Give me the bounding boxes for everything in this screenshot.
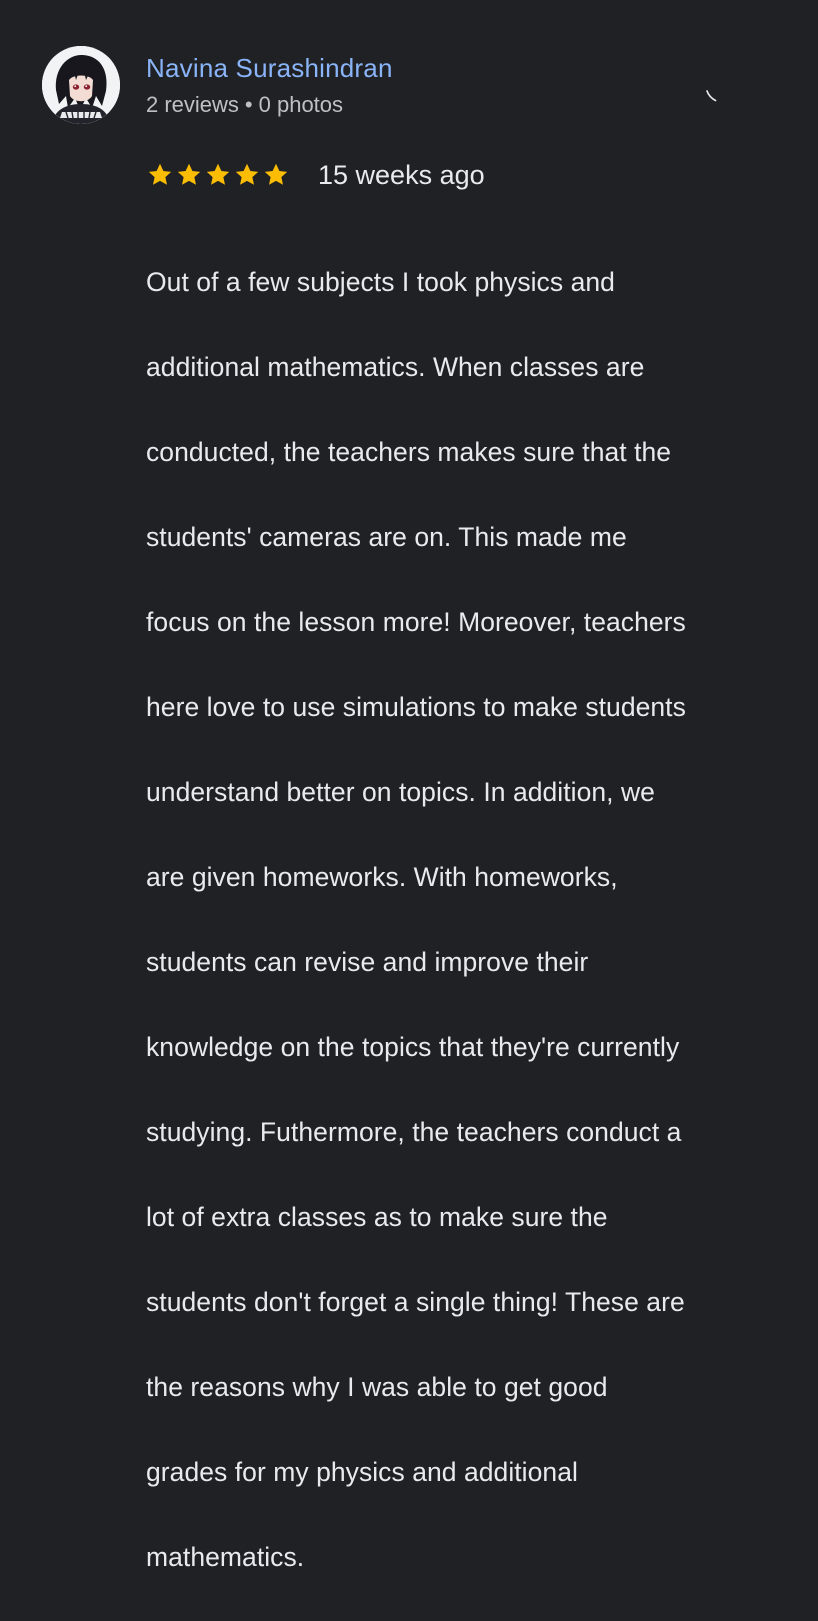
review-text-line: conducted, the teachers makes sure that … xyxy=(146,436,672,467)
more-options-icon[interactable] xyxy=(700,86,724,110)
review-time: 15 weeks ago xyxy=(318,160,485,190)
star-icon xyxy=(264,163,288,185)
review-text-line: knowledge on the topics that they're cur… xyxy=(146,1031,680,1062)
star-icon xyxy=(206,163,230,185)
review-text-line: students don't forget a single thing! Th… xyxy=(146,1286,685,1317)
review-text-line: focus on the lesson more! Moreover, teac… xyxy=(146,606,686,637)
review-text-line: students' cameras are on. This made me xyxy=(146,521,627,552)
review-text-line: understand better on topics. In addition… xyxy=(146,776,655,807)
review-text-line: here love to use simulations to make stu… xyxy=(146,691,686,722)
review-text-line: are given homeworks. With homeworks, xyxy=(146,861,618,892)
review-text-line: mathematics. xyxy=(146,1541,305,1572)
reviews-count: 2 reviews xyxy=(146,92,239,117)
review-text-line: Out of a few subjects I took physics and xyxy=(146,266,615,297)
star-icon xyxy=(148,163,172,185)
meta-separator: • xyxy=(244,92,253,117)
review-text-line: students can revise and improve their xyxy=(146,946,589,977)
review-text-line: the reasons why I was able to get good xyxy=(146,1371,608,1402)
star-icon xyxy=(177,163,201,185)
anime-character-avatar-icon xyxy=(42,46,120,124)
review-card: Navina Surashindran 2 reviews • 0 photos 1… xyxy=(0,0,818,1572)
review-text-line: studying. Futhermore, the teachers condu… xyxy=(146,1116,682,1147)
review-text-line: additional mathematics. When classes are xyxy=(146,351,645,382)
reviewer-avatar[interactable] xyxy=(42,46,120,124)
review-text-line: lot of extra classes as to make sure the xyxy=(146,1201,608,1232)
reviewer-meta: 2 reviews • 0 photos xyxy=(146,91,343,119)
review-text: Out of a few subjects I took physics and… xyxy=(146,218,796,1621)
review-text-line: grades for my physics and additional xyxy=(146,1456,578,1487)
star-rating xyxy=(146,161,290,189)
star-icon xyxy=(235,163,259,185)
photos-count: 0 photos xyxy=(258,92,344,117)
reviewer-name[interactable]: Navina Surashindran xyxy=(146,52,393,84)
rating-row: 15 weeks ago xyxy=(146,158,485,192)
